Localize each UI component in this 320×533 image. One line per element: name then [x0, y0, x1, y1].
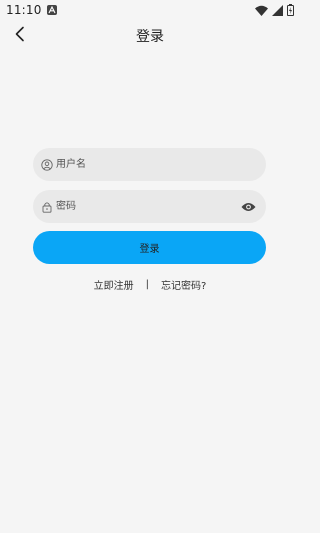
forgot-password-link[interactable]: 忘记密码? — [161, 277, 206, 292]
status-time: 11:10 — [6, 3, 42, 17]
links-separator: | — [145, 278, 150, 290]
back-button[interactable] — [8, 24, 32, 48]
user-icon — [41, 158, 53, 171]
show-password-button[interactable] — [240, 199, 256, 215]
signal-icon — [272, 1, 283, 20]
password-field[interactable] — [33, 190, 266, 223]
battery-charging-icon — [287, 1, 294, 20]
login-screen: 11:10 登录 用户名 登录 立即注册 | 忘记密码? — [0, 0, 300, 533]
page-title: 登录 — [136, 29, 164, 45]
auth-links: 立即注册 | 忘记密码? — [0, 277, 300, 292]
eye-icon — [241, 197, 256, 216]
chevron-left-icon — [14, 26, 26, 46]
status-bar: 11:10 — [0, 0, 300, 20]
status-right — [255, 1, 294, 20]
lock-icon — [41, 201, 53, 213]
username-field[interactable] — [33, 148, 266, 181]
username-input[interactable] — [56, 148, 256, 181]
register-link[interactable]: 立即注册 — [94, 277, 134, 292]
app-bar: 登录 — [0, 20, 300, 52]
wifi-icon — [255, 1, 268, 20]
login-button[interactable]: 登录 — [33, 231, 266, 264]
status-left: 11:10 — [6, 3, 57, 17]
password-input[interactable] — [56, 190, 240, 223]
notification-a-icon — [46, 5, 57, 15]
